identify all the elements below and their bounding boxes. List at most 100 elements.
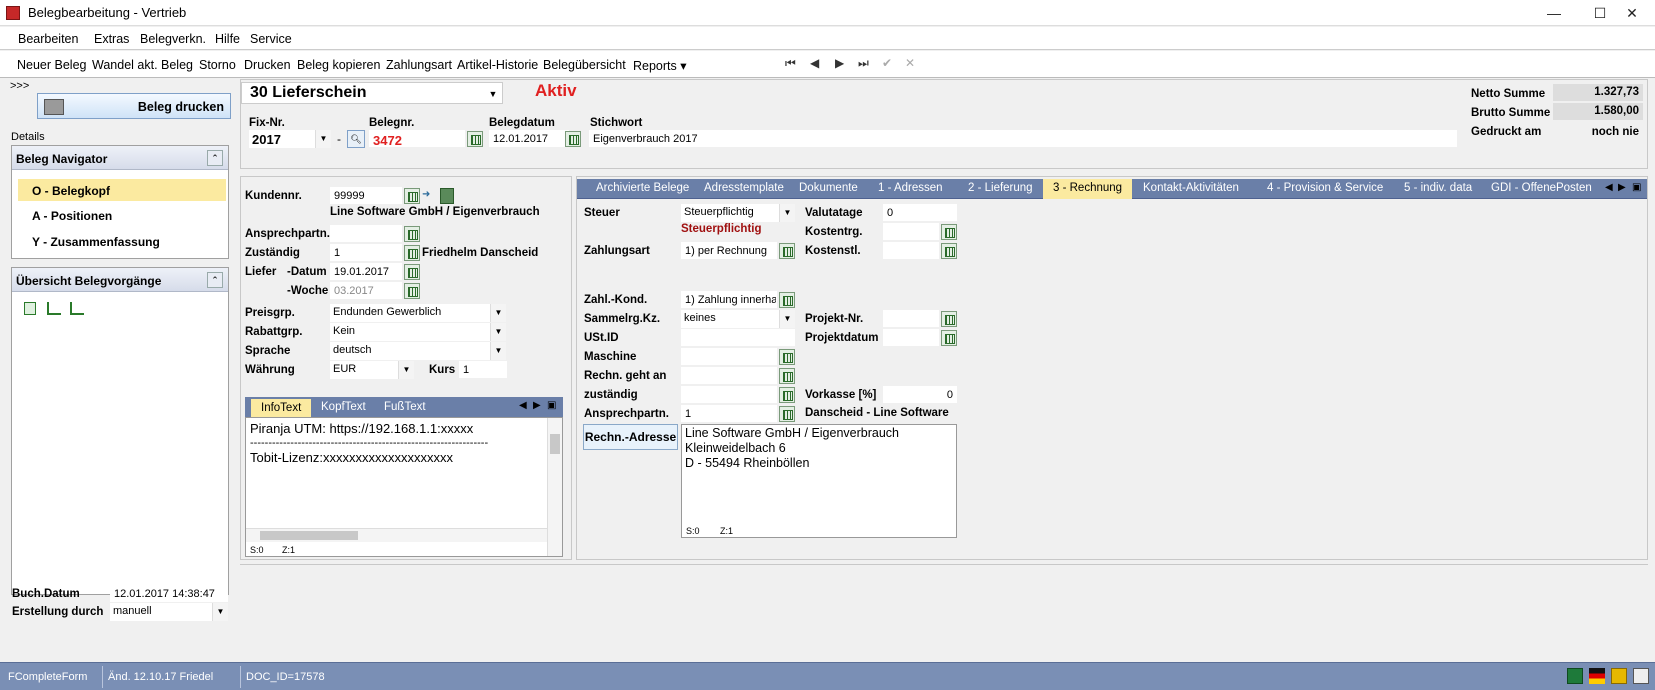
tab-menu-icon[interactable]: ▣ [1632, 182, 1641, 193]
steuer-dropdown[interactable]: Steuerpflichtig ▼ [681, 204, 795, 222]
dropdown-arrow-icon[interactable]: ▼ [212, 603, 228, 621]
nav-item-zusammenfassung[interactable]: Y - Zusammenfassung [18, 230, 226, 252]
zahlkond-picker-icon[interactable] [779, 292, 795, 308]
belegnr-value[interactable]: 3472 [369, 130, 465, 147]
artikel-historie-button[interactable]: Artikel-Historie [457, 58, 538, 72]
ansprechpartn-input[interactable] [330, 225, 402, 242]
tab-adressen[interactable]: 1 - Adressen [878, 182, 943, 194]
refresh-icon[interactable] [24, 302, 36, 315]
valutatage-input[interactable]: 0 [883, 204, 957, 221]
horizontal-scrollbar[interactable] [246, 528, 547, 542]
neuer-beleg-button[interactable]: Neuer Beleg [17, 58, 87, 72]
maschine-input[interactable] [681, 348, 777, 365]
settings-icon[interactable] [1633, 668, 1649, 684]
close-button[interactable]: ✕ [1609, 0, 1655, 26]
infotext-area[interactable]: Piranja UTM: https://192.168.1.1:xxxxx -… [245, 417, 563, 557]
tree-expand-icon[interactable] [70, 302, 84, 315]
first-record-icon[interactable]: ⏮ [785, 56, 796, 71]
collapse-chevron-icon[interactable]: ⌃ [207, 272, 223, 288]
kostenstl-input[interactable] [883, 242, 939, 259]
storno-button[interactable]: Storno [199, 58, 236, 72]
kostentrg-picker-icon[interactable] [941, 224, 957, 240]
dropdown-arrow-icon[interactable]: ▼ [779, 204, 795, 222]
tab-archivierte-belege[interactable]: Archivierte Belege [596, 182, 689, 194]
liefer-woche-picker-icon[interactable] [404, 283, 420, 299]
german-flag-icon[interactable] [1589, 668, 1605, 684]
tab-scroll-right-icon[interactable]: ▶ [1618, 182, 1626, 193]
fix-nr-dropdown[interactable]: 2017 ▼ [249, 130, 331, 148]
projektdatum-picker-icon[interactable] [941, 330, 957, 346]
dropdown-arrow-icon[interactable]: ▼ [315, 130, 331, 148]
dropdown-arrow-icon[interactable]: ▼ [490, 304, 506, 322]
vertical-scrollbar[interactable] [547, 418, 562, 556]
search-icon[interactable]: 🔍︎ [347, 130, 365, 148]
book-icon[interactable] [440, 188, 454, 204]
stichwort-input[interactable]: Eigenverbrauch 2017 [589, 130, 1457, 147]
rechn-adresse-button[interactable]: Rechn.-Adresse [583, 424, 678, 450]
dropdown-arrow-icon[interactable]: ▼ [490, 323, 506, 341]
drucken-button[interactable]: Drucken [244, 58, 291, 72]
projektnr-picker-icon[interactable] [941, 311, 957, 327]
tab-provision-service[interactable]: 4 - Provision & Service [1267, 182, 1383, 194]
dropdown-arrow-icon[interactable]: ▼ [486, 86, 500, 102]
arrow-link-icon[interactable]: ➜ [422, 189, 438, 203]
liefer-woche-input[interactable]: 03.2017 [330, 282, 402, 299]
tab-menu-icon[interactable]: ▣ [547, 400, 556, 411]
confirm-icon[interactable]: ✔ [882, 56, 892, 70]
zustaendig-input[interactable]: 1 [330, 244, 402, 261]
tab-infotext[interactable]: InfoText [251, 399, 312, 417]
tab-dokumente[interactable]: Dokumente [799, 182, 858, 194]
menu-bearbeiten[interactable]: Bearbeiten [18, 32, 78, 46]
maschine-picker-icon[interactable] [779, 349, 795, 365]
kunde-picker-icon[interactable] [404, 188, 420, 204]
ustid-input[interactable] [681, 329, 795, 346]
calendar-picker-icon[interactable] [565, 131, 581, 147]
zustaendig-picker-icon[interactable] [404, 245, 420, 261]
preisgrp-dropdown[interactable]: Endunden Gewerblich ▼ [330, 304, 506, 322]
kurs-input[interactable]: 1 [459, 361, 507, 378]
sammelrg-dropdown[interactable]: keines ▼ [681, 310, 795, 328]
cancel-icon[interactable]: ✕ [905, 56, 915, 70]
menu-extras[interactable]: Extras [94, 32, 129, 46]
nav-item-belegkopf[interactable]: O - Belegkopf [18, 179, 226, 201]
tab-scroll-left-icon[interactable]: ◀ [519, 400, 527, 411]
ansprechpartn-input[interactable]: 1 [681, 405, 777, 422]
minimize-button[interactable]: — [1531, 0, 1577, 26]
zahlkond-input[interactable]: 1) Zahlung innerhalb [681, 291, 777, 308]
splitter[interactable] [240, 564, 1648, 565]
excel-icon[interactable] [1567, 668, 1583, 684]
tab-scroll-left-icon[interactable]: ◀ [1605, 182, 1613, 193]
tab-adresstemplate[interactable]: Adresstemplate [704, 182, 784, 194]
rabattgrp-dropdown[interactable]: Kein ▼ [330, 323, 506, 341]
collapse-chevron-icon[interactable]: ⌃ [207, 150, 223, 166]
tab-kopftext[interactable]: KopfText [321, 401, 366, 413]
tab-fusstext[interactable]: FußText [384, 401, 426, 413]
kundennr-input[interactable]: 99999 [330, 187, 402, 204]
ansprech-picker-icon[interactable] [404, 226, 420, 242]
prev-record-icon[interactable]: ◀ [810, 56, 819, 70]
tab-rechnung[interactable]: 3 - Rechnung [1043, 179, 1133, 199]
liefer-datum-input[interactable]: 19.01.2017 [330, 263, 402, 280]
projektnr-input[interactable] [883, 310, 939, 327]
kostentrg-input[interactable] [883, 223, 939, 240]
sprache-dropdown[interactable]: deutsch ▼ [330, 342, 506, 360]
tab-gdi-offeneposten[interactable]: GDI - OffenePosten [1491, 182, 1592, 194]
wandel-beleg-button[interactable]: Wandel akt. Beleg [92, 58, 193, 72]
zustaendig-input[interactable] [681, 386, 777, 403]
tree-collapse-icon[interactable] [47, 302, 61, 315]
dropdown-arrow-icon[interactable]: ▼ [490, 342, 506, 360]
rechn-geht-an-input[interactable] [681, 367, 777, 384]
last-record-icon[interactable]: ⏭ [858, 56, 869, 71]
tab-kontakt-aktivitaeten[interactable]: Kontakt-Aktivitäten [1143, 182, 1239, 194]
projektdatum-input[interactable] [883, 329, 939, 346]
ansprech-picker-icon[interactable] [779, 406, 795, 422]
menu-service[interactable]: Service [250, 32, 292, 46]
lock-icon[interactable] [1611, 668, 1627, 684]
kostenstl-picker-icon[interactable] [941, 243, 957, 259]
beleg-kopieren-button[interactable]: Beleg kopieren [297, 58, 380, 72]
beleguebersicht-button[interactable]: Belegübersicht [543, 58, 626, 72]
tab-scroll-right-icon[interactable]: ▶ [533, 400, 541, 411]
zahlungsart-button[interactable]: Zahlungsart [386, 58, 452, 72]
tab-indiv-data[interactable]: 5 - indiv. data [1404, 182, 1472, 194]
zahlungsart-picker-icon[interactable] [779, 243, 795, 259]
